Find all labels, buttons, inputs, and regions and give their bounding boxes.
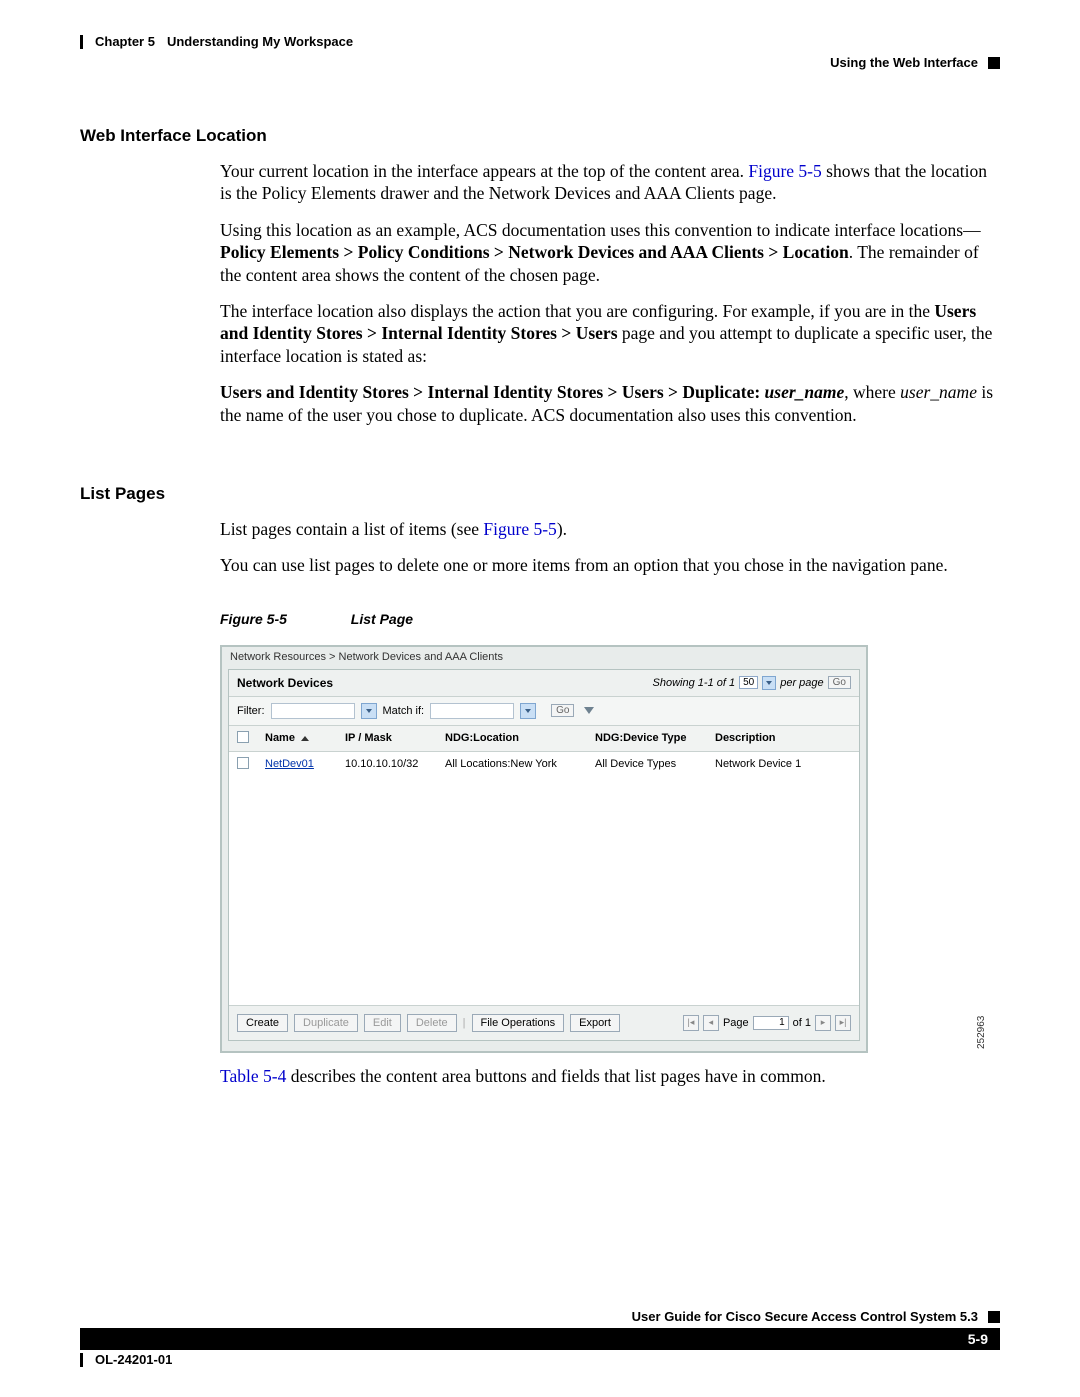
text: Using this location as an example, ACS d… (220, 220, 981, 240)
footer-square-icon (988, 1311, 1000, 1323)
col-name[interactable]: Name (265, 732, 295, 744)
match-dropdown-icon[interactable] (520, 703, 536, 719)
bold-path: Policy Elements > Policy Conditions > Ne… (220, 242, 849, 262)
footer-guide-title: User Guide for Cisco Secure Access Contr… (632, 1309, 978, 1324)
text: describes the content area buttons and f… (286, 1066, 825, 1086)
section-subtitle: Using the Web Interface (830, 55, 978, 70)
match-field[interactable] (430, 703, 514, 719)
footer-page-number: 5-9 (956, 1331, 1000, 1347)
table-row[interactable]: NetDev01 10.10.10.10/32 All Locations:Ne… (229, 751, 859, 777)
expand-filter-icon[interactable] (584, 707, 594, 714)
figure-number: Figure 5-5 (220, 611, 287, 627)
running-header: Chapter 5 Understanding My Workspace (80, 34, 1000, 49)
text: Your current location in the interface a… (220, 161, 748, 181)
heading-web-interface-location: Web Interface Location (80, 126, 1000, 146)
col-ip[interactable]: IP / Mask (337, 726, 437, 752)
col-description[interactable]: Description (707, 726, 859, 752)
filter-field[interactable] (271, 703, 355, 719)
device-table: Name IP / Mask NDG:Location NDG:Device T… (229, 726, 859, 777)
filter-label: Filter: (237, 705, 265, 717)
text: You can use list pages to delete one or … (220, 554, 1000, 576)
body-web-interface: Your current location in the interface a… (220, 160, 1000, 426)
per-page-dropdown-icon[interactable] (762, 676, 776, 690)
chapter-title: Understanding My Workspace (167, 34, 353, 49)
per-page-label: per page (780, 677, 823, 689)
text: The interface location also displays the… (220, 301, 934, 321)
filter-dropdown-icon[interactable] (361, 703, 377, 719)
italic-username: user_name (900, 382, 977, 402)
text: List pages contain a list of items (see (220, 519, 483, 539)
link-table-5-4[interactable]: Table 5-4 (220, 1066, 286, 1086)
cell-description: Network Device 1 (707, 751, 859, 777)
figure-caption: Figure 5-5 List Page (220, 611, 1000, 627)
pager-page-input[interactable]: 1 (753, 1016, 789, 1030)
footer-bar-icon (80, 1353, 83, 1367)
create-button[interactable]: Create (237, 1014, 288, 1032)
breadcrumb: Network Resources > Network Devices and … (222, 647, 866, 669)
delete-button[interactable]: Delete (407, 1014, 457, 1032)
edit-button[interactable]: Edit (364, 1014, 401, 1032)
header-bar-icon (80, 35, 83, 49)
select-all-checkbox[interactable] (237, 731, 249, 743)
figure-id-number: 252963 (976, 1015, 987, 1048)
text: ). (557, 519, 567, 539)
text: , where (844, 382, 900, 402)
body-list-pages: List pages contain a list of items (see … (220, 518, 1000, 577)
pager-page-label: Page (723, 1017, 749, 1029)
bold-path: Users and Identity Stores > Internal Ide… (220, 382, 765, 402)
chapter-label: Chapter 5 (95, 34, 155, 49)
cell-location: All Locations:New York (437, 751, 587, 777)
italic-username: user_name (765, 382, 845, 402)
body-after-figure: Table 5-4 describes the content area but… (220, 1065, 1000, 1087)
col-device-type[interactable]: NDG:Device Type (587, 726, 707, 752)
page-footer: User Guide for Cisco Secure Access Contr… (80, 1309, 1000, 1367)
panel-title: Network Devices (237, 676, 333, 690)
figure-title: List Page (351, 611, 413, 627)
pager-prev-icon[interactable]: ◂ (703, 1015, 719, 1031)
heading-list-pages: List Pages (80, 484, 1000, 504)
duplicate-button[interactable]: Duplicate (294, 1014, 358, 1032)
filter-go-button[interactable]: Go (551, 704, 574, 717)
showing-label: Showing 1-1 of 1 (653, 677, 736, 689)
table-empty-area (229, 777, 859, 1005)
go-button[interactable]: Go (828, 676, 851, 689)
link-figure-5-5[interactable]: Figure 5-5 (483, 519, 556, 539)
header-square-icon (988, 57, 1000, 69)
device-name-link[interactable]: NetDev01 (265, 758, 314, 770)
link-figure-5-5[interactable]: Figure 5-5 (748, 161, 821, 181)
pager-next-icon[interactable]: ▸ (815, 1015, 831, 1031)
footer-doc-number: OL-24201-01 (95, 1352, 172, 1367)
sort-asc-icon[interactable] (301, 736, 309, 741)
col-location[interactable]: NDG:Location (437, 726, 587, 752)
pager: |◂ ◂ Page 1 of 1 ▸ ▸| (683, 1015, 851, 1031)
pager-of-label: of 1 (793, 1017, 811, 1029)
figure-list-page: Network Resources > Network Devices and … (220, 645, 868, 1053)
file-operations-button[interactable]: File Operations (472, 1014, 565, 1032)
per-page-value[interactable]: 50 (739, 676, 758, 689)
cell-device-type: All Device Types (587, 751, 707, 777)
row-checkbox[interactable] (237, 757, 249, 769)
export-button[interactable]: Export (570, 1014, 620, 1032)
pager-first-icon[interactable]: |◂ (683, 1015, 699, 1031)
match-if-label: Match if: (383, 705, 425, 717)
pager-last-icon[interactable]: ▸| (835, 1015, 851, 1031)
cell-ip: 10.10.10.10/32 (337, 751, 437, 777)
